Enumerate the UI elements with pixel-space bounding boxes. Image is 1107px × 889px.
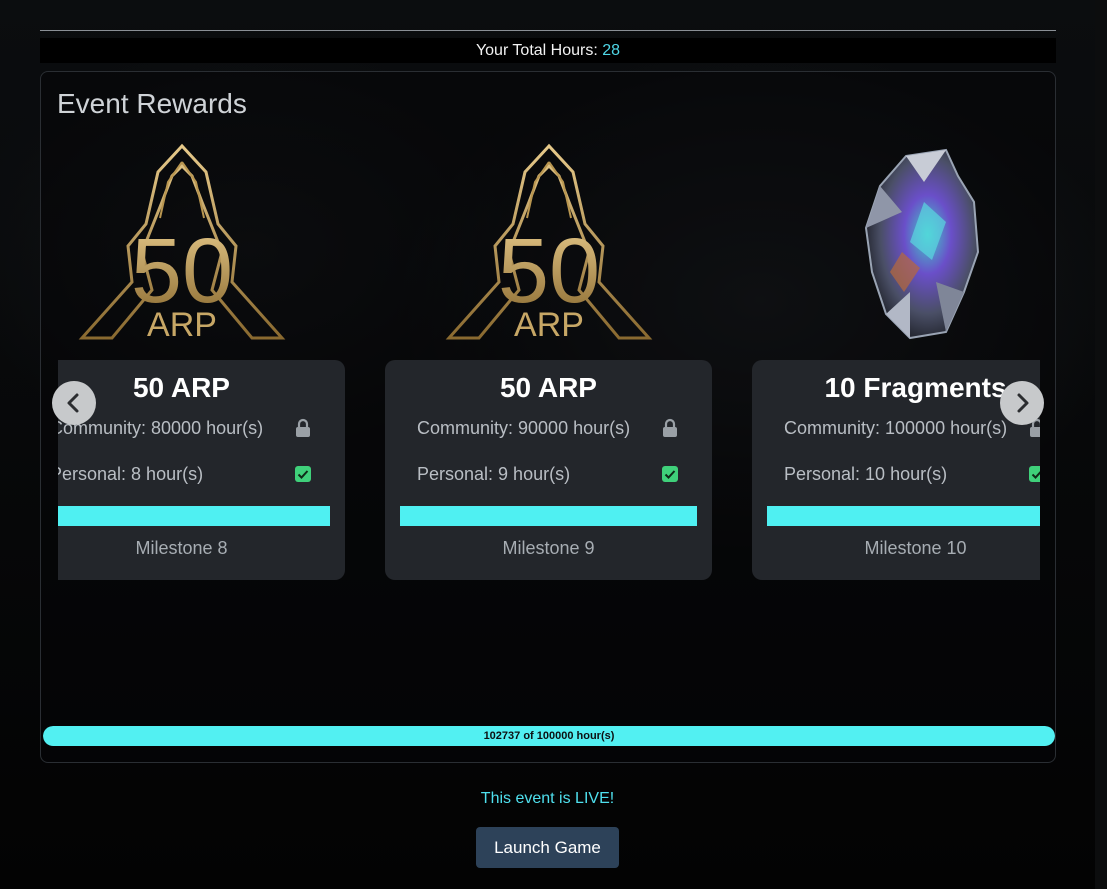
personal-requirement-label: Personal: 10 hour(s): [784, 464, 948, 484]
crystal-fragment-icon: [864, 148, 979, 340]
community-requirement-label: Community: 90000 hour(s): [417, 418, 631, 438]
community-requirement-label: Community: 100000 hour(s): [784, 418, 1008, 438]
community-requirement-label: Community: 80000 hour(s): [58, 418, 264, 438]
rewards-carousel[interactable]: 50 ARP 50 ARP Community: 80000 hour(s) P…: [58, 140, 1040, 590]
personal-requirement: Personal: 10 hour(s): [784, 462, 1040, 486]
check-icon: [1029, 466, 1040, 482]
personal-requirement-label: Personal: 8 hour(s): [58, 464, 204, 484]
milestone-progress-bar: [58, 506, 330, 526]
lock-icon: [296, 418, 310, 437]
personal-requirement: Personal: 9 hour(s): [417, 462, 680, 486]
reward-title: 10 Fragments: [824, 372, 1007, 403]
milestone-progress-bar: [767, 506, 1040, 526]
arp-coin-subtext: ARP: [514, 306, 584, 342]
total-hours-banner: Your Total Hours: 28: [40, 38, 1056, 63]
community-requirement: Community: 100000 hour(s): [784, 416, 1040, 440]
milestone-label: Milestone 8: [135, 538, 228, 558]
page-scrollbar[interactable]: [1095, 0, 1107, 889]
milestone-label: Milestone 9: [502, 538, 595, 558]
carousel-next-button[interactable]: [1000, 381, 1044, 425]
lock-icon: [663, 418, 677, 437]
check-icon: [662, 466, 678, 482]
milestone-progress-bar: [400, 506, 697, 526]
reward-item-milestone-10: 10 Fragments Community: 100000 hour(s) P…: [752, 140, 1040, 580]
reward-card: 10 Fragments Community: 100000 hour(s) P…: [752, 360, 1040, 580]
arp-coin-icon: 50 ARP: [78, 143, 285, 342]
milestone-progress-fill: [400, 506, 697, 526]
milestone-label: Milestone 10: [864, 538, 967, 558]
community-progress-bar: 102737 of 100000 hour(s): [43, 726, 1055, 746]
community-requirement: Community: 80000 hour(s): [58, 416, 313, 440]
chevron-left-icon: [67, 393, 79, 413]
launch-game-button[interactable]: Launch Game: [476, 827, 619, 868]
reward-card: 50 ARP Community: 80000 hour(s) Personal…: [58, 360, 345, 580]
personal-requirement-label: Personal: 9 hour(s): [417, 464, 571, 484]
milestone-progress-fill: [767, 506, 1040, 526]
top-divider: [40, 30, 1056, 31]
total-hours-value: 28: [602, 42, 621, 59]
community-progress-text: 102737 of 100000 hour(s): [483, 730, 615, 742]
reward-item-milestone-9: 50 ARP 50 ARP Community: 90000 hour(s) P…: [385, 140, 712, 580]
community-requirement: Community: 90000 hour(s): [417, 416, 680, 440]
personal-requirement: Personal: 8 hour(s): [58, 462, 313, 486]
milestone-progress-fill: [58, 506, 330, 526]
reward-item-milestone-8: 50 ARP 50 ARP Community: 80000 hour(s) P…: [58, 140, 345, 580]
arp-coin-subtext: ARP: [147, 306, 217, 342]
panel-title: Event Rewards: [57, 88, 247, 119]
total-hours-label: Your Total Hours:: [475, 42, 598, 59]
reward-title: 50 ARP: [132, 372, 230, 403]
event-live-status: This event is LIVE!: [480, 790, 615, 807]
arp-coin-icon: 50 ARP: [445, 143, 652, 342]
reward-card: 50 ARP Community: 90000 hour(s) Personal…: [385, 360, 712, 580]
carousel-prev-button[interactable]: [52, 381, 96, 425]
chevron-right-icon: [1017, 393, 1029, 413]
check-icon: [295, 466, 311, 482]
reward-title: 50 ARP: [499, 372, 597, 403]
event-rewards-panel: Event Rewards 50 ARP 50 ARP Community: 8…: [40, 71, 1056, 763]
